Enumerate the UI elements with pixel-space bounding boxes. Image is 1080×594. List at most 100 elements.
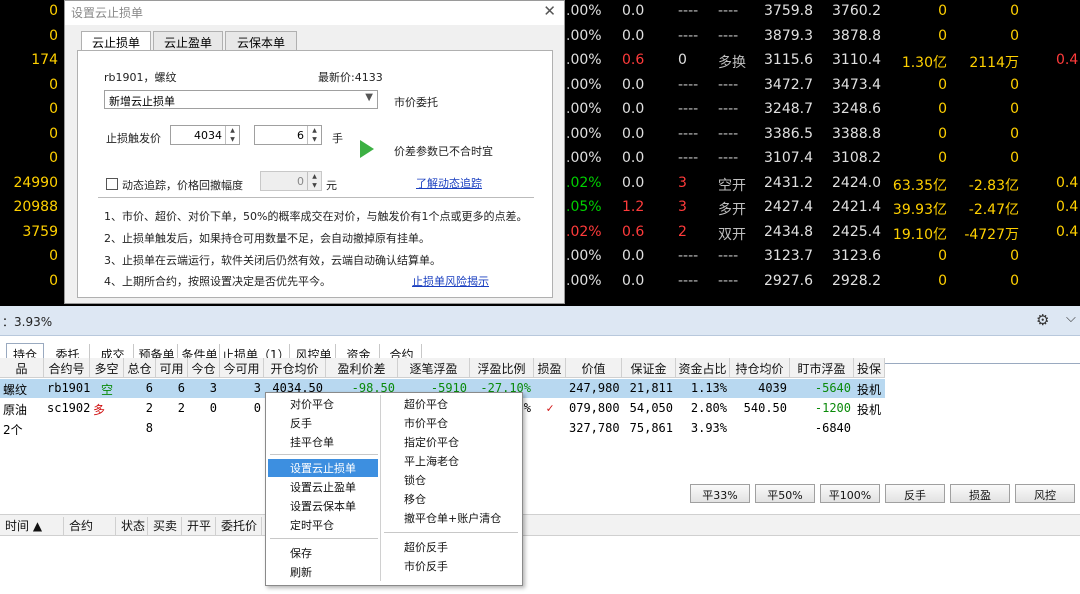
order-mode-label: 市价委托: [394, 96, 438, 109]
column-header[interactable]: 今可用: [220, 358, 264, 378]
column-header[interactable]: 资金占比: [676, 358, 730, 378]
note-2: 2、止损单触发后，如果持仓可用数量不足，会自动撤掉原有挂单。: [104, 232, 430, 245]
column-header[interactable]: 总仓: [124, 358, 156, 378]
close-icon[interactable]: ✕: [543, 2, 556, 20]
column-header[interactable]: 合约号: [44, 358, 90, 378]
action-button[interactable]: 损盈: [950, 484, 1010, 503]
menu-item[interactable]: 市价平仓: [382, 414, 520, 432]
quote-prop: ----: [718, 76, 739, 93]
action-button[interactable]: 平100%: [820, 484, 880, 503]
menu-item[interactable]: 保存: [268, 544, 378, 562]
cell-fund_ratio: 1.13%: [690, 381, 727, 395]
column-header[interactable]: 逐笔浮盈: [398, 358, 470, 378]
trigger-price-value: 4034: [194, 129, 222, 142]
quantity-unit: 手: [332, 132, 343, 145]
quote-now: ----: [678, 248, 699, 264]
menu-item[interactable]: 移仓: [382, 490, 520, 508]
quote-a2: 0: [1010, 76, 1019, 93]
column-header[interactable]: 品: [0, 358, 44, 378]
column-header[interactable]: 时间 ▲: [2, 517, 64, 535]
menu-item[interactable]: 指定价平仓: [382, 433, 520, 451]
quote-prop: ----: [718, 150, 739, 166]
column-header[interactable]: 损盈: [534, 358, 566, 378]
column-header[interactable]: 保证金: [622, 358, 676, 378]
cell-loss: [534, 420, 566, 438]
column-header[interactable]: 状态: [118, 517, 148, 535]
order-type-select[interactable]: 新增云止损单 ▼: [104, 90, 378, 109]
dynamic-tracking-link[interactable]: 了解动态追踪: [416, 175, 482, 191]
column-header[interactable]: 价值: [566, 358, 622, 378]
stepper-arrows-icon[interactable]: ▲ ▼: [307, 172, 321, 190]
column-header[interactable]: 开平: [184, 517, 216, 535]
cell-fund_ratio: 3.93%: [690, 421, 727, 435]
menu-item[interactable]: 挂平仓单: [268, 433, 378, 451]
column-header[interactable]: 持仓均价: [730, 358, 790, 378]
fund-ratio-text: ：3.93%: [2, 315, 53, 329]
menu-item[interactable]: 定时平仓: [268, 516, 378, 534]
column-header[interactable]: 盈利价差: [326, 358, 398, 378]
menu-item[interactable]: 反手: [268, 414, 378, 432]
quantity-stepper[interactable]: 6 ▲ ▼: [254, 125, 322, 145]
menu-item[interactable]: 超价平仓: [382, 395, 520, 413]
column-header[interactable]: 买卖: [150, 517, 182, 535]
quote-now: 0: [678, 52, 687, 68]
action-button[interactable]: 平50%: [755, 484, 815, 503]
quote-now: ----: [678, 125, 699, 142]
menu-item[interactable]: 撤平仓单+账户清仓: [382, 509, 520, 527]
cell-value: 247,980: [569, 381, 620, 395]
column-header[interactable]: 开仓均价: [264, 358, 326, 378]
quote-p2: 2425.4: [832, 223, 881, 240]
menu-item[interactable]: 设置云止损单: [268, 459, 378, 477]
quote-p2: 3110.4: [832, 52, 881, 68]
dynamic-tracking-checkbox[interactable]: [106, 178, 118, 190]
quote-a1: 63.35亿: [892, 177, 947, 194]
trading-panel: ：3.93% ⚙ ⌵ 持仓 委托 成交 预备单 条件单 止损单（1） 风控单 资金 合约 品合约…: [0, 306, 1080, 594]
risk-disclosure-link[interactable]: 止损单风险揭示: [412, 273, 489, 289]
column-header[interactable]: 浮盈比例: [470, 358, 534, 378]
dialog-titlebar[interactable]: 设置云止损单 ✕: [65, 1, 564, 25]
menu-item[interactable]: 设置云止盈单: [268, 478, 378, 496]
menu-item[interactable]: 平上海老仓: [382, 452, 520, 470]
quote-prop: ----: [718, 3, 739, 19]
tab-cloud-stop-loss[interactable]: 云止损单: [81, 31, 151, 51]
quote-chg: 0.0: [622, 27, 645, 44]
menu-item[interactable]: 市价反手: [382, 557, 520, 575]
cell-total: 2: [145, 401, 153, 415]
quote-a1: 19.10亿: [892, 226, 947, 243]
gear-icon[interactable]: ⚙: [1036, 311, 1049, 329]
quote-now: ----: [678, 150, 699, 166]
stepper-arrows-icon[interactable]: ▲ ▼: [225, 126, 239, 144]
quote-p1: 2427.4: [764, 199, 813, 215]
column-header[interactable]: 可用: [156, 358, 188, 378]
menu-item[interactable]: 对价平仓: [268, 395, 378, 413]
quote-tail: 0.4: [1056, 199, 1079, 215]
stepper-arrows-icon[interactable]: ▲ ▼: [307, 126, 321, 144]
quote-prop: ----: [718, 125, 739, 142]
cloud-stop-loss-dialog: 设置云止损单 ✕ 云止损单 云止盈单 云保本单 rb1901，螺纹 最新价:41…: [64, 0, 565, 304]
menu-item[interactable]: 设置云保本单: [268, 497, 378, 515]
tab-cloud-breakeven[interactable]: 云保本单: [225, 31, 297, 50]
cell-hedge: 投机: [857, 403, 882, 417]
column-header[interactable]: 多空: [90, 358, 124, 378]
menu-item[interactable]: 超价反手: [382, 538, 520, 556]
column-header[interactable]: 盯市浮盈: [790, 358, 854, 378]
cell-total: 6: [145, 381, 153, 395]
menu-item[interactable]: 锁仓: [382, 471, 520, 489]
column-header[interactable]: 今仓: [188, 358, 220, 378]
chevron-down-icon[interactable]: ⌵: [1066, 311, 1076, 326]
column-header[interactable]: 合约: [66, 517, 116, 535]
quote-p2: 2424.0: [832, 174, 881, 191]
tab-cloud-take-profit[interactable]: 云止盈单: [153, 31, 223, 50]
cell-dir: 空: [100, 383, 113, 397]
column-header[interactable]: 委托价: [218, 517, 262, 535]
context-menu: 对价平仓 反手 挂平仓单设置云止损单 设置云止盈单 设置云保本单 定时平仓保存 刷新 超价平仓…: [265, 392, 523, 586]
retrace-stepper[interactable]: 0 ▲ ▼: [260, 171, 322, 191]
quote-now: 3: [678, 199, 687, 215]
trigger-price-stepper[interactable]: 4034 ▲ ▼: [170, 125, 240, 145]
action-button[interactable]: 风控: [1015, 484, 1075, 503]
column-header[interactable]: 投保: [854, 358, 885, 378]
quote-p2: 2928.2: [832, 272, 881, 289]
menu-item[interactable]: 刷新: [268, 563, 378, 581]
action-button[interactable]: 反手: [885, 484, 945, 503]
action-button[interactable]: 平33%: [690, 484, 750, 503]
